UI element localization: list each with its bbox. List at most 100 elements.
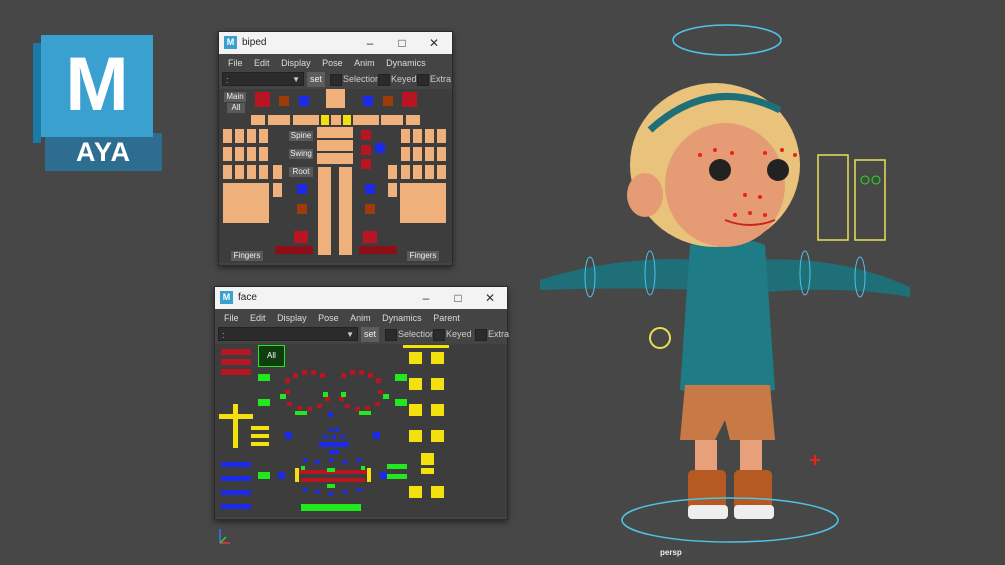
swing-control[interactable] <box>361 145 371 155</box>
thumb-l-1[interactable] <box>273 165 282 179</box>
tongue-control-2[interactable] <box>221 476 251 481</box>
tongue-control-1[interactable] <box>221 462 251 467</box>
set-button[interactable]: set <box>361 327 379 342</box>
jaw-right-control[interactable] <box>380 472 387 479</box>
keyed-checkbox[interactable] <box>433 329 445 341</box>
fingers-right-button[interactable]: Fingers <box>407 251 439 261</box>
face-window[interactable]: M face – □ ✕ File Edit Display Pose Anim… <box>214 286 509 520</box>
face-gui-panel[interactable] <box>817 154 849 241</box>
biped-window[interactable]: M biped – □ ✕ File Edit Display Pose Ani… <box>218 31 453 266</box>
face-shape-panel[interactable] <box>854 159 886 241</box>
leg-right-control[interactable] <box>339 167 352 255</box>
menu-anim[interactable]: Anim <box>350 309 371 323</box>
palm-left-control[interactable] <box>223 183 269 223</box>
finger-l-a1[interactable] <box>223 129 232 143</box>
root-control-ring[interactable] <box>621 497 839 543</box>
namespace-dropdown[interactable]: : ▼ <box>218 327 358 341</box>
cheek-left-control[interactable] <box>258 399 270 406</box>
spine-button[interactable]: Spine <box>289 131 313 141</box>
brow-control-3[interactable] <box>221 369 251 375</box>
ypad-1a[interactable] <box>409 352 422 364</box>
finger-r-d1[interactable] <box>401 129 410 143</box>
selection-checkbox[interactable] <box>385 329 397 341</box>
neck-right-control[interactable] <box>343 115 351 125</box>
finger-r-d3[interactable] <box>401 165 410 179</box>
brow-control-1[interactable] <box>221 349 251 355</box>
leg-left-control[interactable] <box>318 167 331 255</box>
thumb-l-2[interactable] <box>273 183 282 197</box>
menu-edit[interactable]: Edit <box>250 309 266 323</box>
brow-control-2[interactable] <box>221 359 251 365</box>
forearm-right-control[interactable] <box>381 115 403 125</box>
ypad-4b[interactable] <box>431 430 444 442</box>
ypad-5[interactable] <box>421 453 434 465</box>
finger-r-b3[interactable] <box>425 165 434 179</box>
finger-r-a3[interactable] <box>437 165 446 179</box>
biped-picker-canvas[interactable]: Main All Spine Swing Root Fingers Finger… <box>219 89 452 263</box>
pole-vector-control[interactable] <box>649 327 671 349</box>
ik-left-control[interactable] <box>299 96 309 106</box>
jaw-left-control[interactable] <box>278 472 285 479</box>
menu-display[interactable]: Display <box>277 309 307 323</box>
finger-l-c3[interactable] <box>247 165 256 179</box>
selection-checkbox[interactable] <box>330 74 342 86</box>
spine-ik-control[interactable] <box>375 143 385 153</box>
finger-l-d3[interactable] <box>259 165 268 179</box>
ypad-1b[interactable] <box>431 352 444 364</box>
mouth-corner-left-control[interactable] <box>258 472 270 479</box>
clavicle-right-control[interactable] <box>402 92 417 107</box>
spine-lower-control[interactable] <box>317 153 353 164</box>
foot-right-control[interactable] <box>363 231 377 243</box>
forearm-left-control[interactable] <box>268 115 290 125</box>
set-button[interactable]: set <box>307 72 325 87</box>
ypad-2a[interactable] <box>409 378 422 390</box>
spine-upper-control[interactable] <box>317 140 353 151</box>
finger-l-d2[interactable] <box>259 147 268 161</box>
maximize-icon[interactable]: □ <box>446 289 470 307</box>
head-control[interactable] <box>326 89 345 108</box>
menu-edit[interactable]: Edit <box>254 54 270 68</box>
extra-checkbox[interactable] <box>475 329 487 341</box>
shoulder-right-control[interactable] <box>383 96 393 106</box>
panel-eye-left[interactable] <box>860 175 870 185</box>
yellow-bar-top[interactable] <box>403 345 449 348</box>
toe-left-control[interactable] <box>275 246 313 254</box>
eyelid-controls[interactable] <box>275 364 395 424</box>
cheek-right-control[interactable] <box>395 399 407 406</box>
panel-eye-right[interactable] <box>871 175 881 185</box>
ypad-7b[interactable] <box>431 486 444 498</box>
hand-right-control[interactable] <box>406 115 420 125</box>
finger-l-b3[interactable] <box>235 165 244 179</box>
finger-r-d2[interactable] <box>401 147 410 161</box>
ypad-6[interactable] <box>421 468 434 474</box>
nose-controls[interactable] <box>313 426 357 456</box>
face-titlebar[interactable]: M face – □ ✕ <box>215 287 507 309</box>
menu-pose[interactable]: Pose <box>322 54 343 68</box>
nose-left-control[interactable] <box>285 432 292 439</box>
head-turn-slider[interactable] <box>219 414 253 419</box>
finger-l-c1[interactable] <box>247 129 256 143</box>
swing-button[interactable]: Swing <box>289 149 313 159</box>
clavicle-left-control[interactable] <box>255 92 270 107</box>
thumb-r-2[interactable] <box>388 183 397 197</box>
close-icon[interactable]: ✕ <box>422 34 446 52</box>
knee-right-ik-control[interactable] <box>365 184 375 194</box>
knee-left-control[interactable] <box>297 204 307 214</box>
ypad-3b[interactable] <box>431 404 444 416</box>
menu-dynamics[interactable]: Dynamics <box>386 54 426 68</box>
root-button[interactable]: Root <box>289 167 313 177</box>
minimize-icon[interactable]: – <box>414 289 438 307</box>
expression-slider-3[interactable] <box>251 442 269 446</box>
finger-l-a3[interactable] <box>223 165 232 179</box>
menu-dynamics[interactable]: Dynamics <box>382 309 422 323</box>
thumb-r-1[interactable] <box>388 165 397 179</box>
namespace-dropdown[interactable]: : ▼ <box>222 72 304 86</box>
knee-right-control[interactable] <box>365 204 375 214</box>
finger-l-a2[interactable] <box>223 147 232 161</box>
close-icon[interactable]: ✕ <box>478 289 502 307</box>
menu-display[interactable]: Display <box>281 54 311 68</box>
finger-r-a1[interactable] <box>437 129 446 143</box>
menu-pose[interactable]: Pose <box>318 309 339 323</box>
finger-r-b1[interactable] <box>425 129 434 143</box>
finger-l-b2[interactable] <box>235 147 244 161</box>
